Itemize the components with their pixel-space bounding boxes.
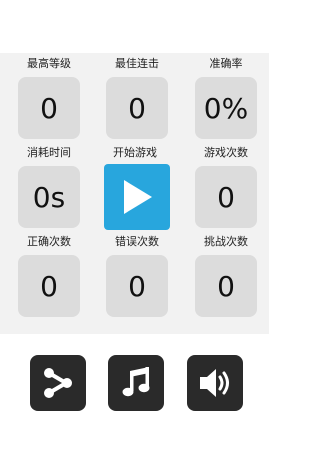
stat-value: 0	[18, 255, 80, 317]
stat-label: 准确率	[209, 57, 243, 70]
speaker-icon	[200, 369, 229, 397]
stat-label: 消耗时间	[27, 146, 71, 159]
start-game-label: 开始游戏	[113, 146, 157, 159]
start-game-button[interactable]	[104, 164, 170, 230]
stat-accuracy: 准确率 0%	[195, 57, 257, 139]
stat-label: 错误次数	[115, 235, 159, 248]
share-button[interactable]	[30, 355, 86, 411]
stat-challenges: 挑战次数 0	[195, 235, 257, 317]
stat-game-count: 游戏次数 0	[195, 146, 257, 228]
stat-value: 0	[195, 166, 257, 228]
stat-max-level: 最高等级 0	[18, 57, 80, 139]
stat-value: 0	[106, 255, 168, 317]
sound-button[interactable]	[187, 355, 243, 411]
music-icon	[122, 367, 150, 397]
stat-label: 正确次数	[27, 235, 71, 248]
stat-value: 0	[195, 255, 257, 317]
stat-best-combo: 最佳连击 0	[106, 57, 168, 139]
stat-label: 最佳连击	[115, 57, 159, 70]
share-icon	[44, 368, 72, 398]
stat-value: 0	[106, 77, 168, 139]
music-button[interactable]	[108, 355, 164, 411]
play-icon	[124, 180, 152, 214]
stat-time-spent: 消耗时间 0s	[18, 146, 80, 228]
stat-label: 挑战次数	[204, 235, 248, 248]
stat-value: 0s	[18, 166, 80, 228]
stat-label: 最高等级	[27, 57, 71, 70]
stat-value: 0	[18, 77, 80, 139]
stat-label: 游戏次数	[204, 146, 248, 159]
stat-correct: 正确次数 0	[18, 235, 80, 317]
stat-value: 0%	[195, 77, 257, 139]
start-game: 开始游戏	[104, 146, 170, 230]
stat-wrong: 错误次数 0	[106, 235, 168, 317]
